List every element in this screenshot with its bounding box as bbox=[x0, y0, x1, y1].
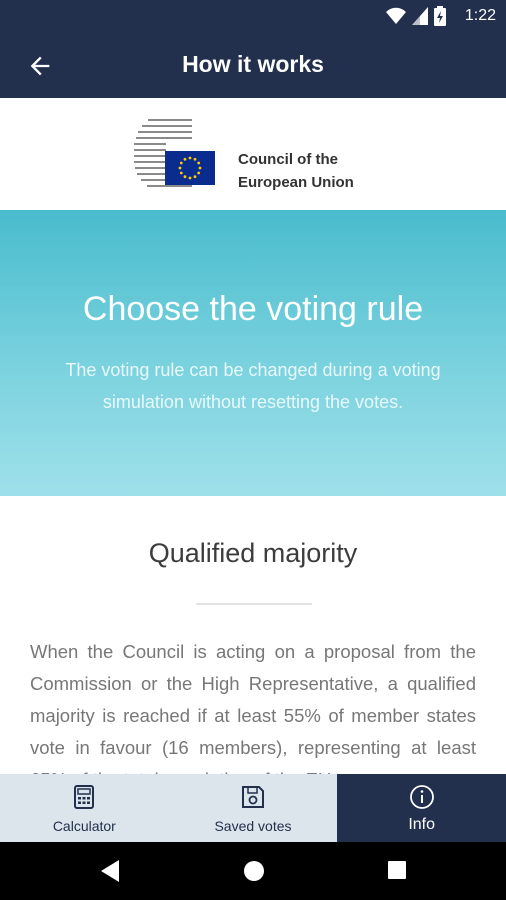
nav-home-icon[interactable] bbox=[243, 860, 265, 882]
bottom-tab-bar: Calculator Saved votes Info bbox=[0, 774, 506, 842]
calculator-icon bbox=[74, 785, 95, 809]
section-divider bbox=[196, 603, 312, 605]
wifi-icon bbox=[386, 7, 406, 24]
section-title: Qualified majority bbox=[148, 538, 358, 568]
hero-banner: Choose the voting rule The voting rule c… bbox=[0, 210, 506, 496]
logo-banner: Council of the European Union bbox=[0, 98, 506, 210]
info-icon bbox=[409, 785, 434, 809]
tab-label-saved-votes: Saved votes bbox=[214, 818, 292, 834]
hero-title: Choose the voting rule bbox=[82, 290, 424, 328]
page-title: How it works bbox=[182, 51, 324, 77]
app-bar: How it works bbox=[0, 32, 506, 98]
system-navigation-bar bbox=[0, 842, 506, 900]
save-icon bbox=[242, 786, 264, 808]
status-bar: 1:22 bbox=[0, 0, 506, 32]
signal-icon bbox=[412, 7, 428, 25]
battery-icon bbox=[434, 6, 446, 26]
status-time: 1:22 bbox=[464, 7, 496, 24]
tab-saved-votes[interactable]: Saved votes bbox=[168, 774, 338, 842]
section-body: When the Council is acting on a proposal… bbox=[30, 641, 476, 774]
logo-text: Council of the European Union bbox=[238, 148, 354, 194]
status-icons bbox=[386, 6, 446, 26]
logo-line-2: European Union bbox=[238, 174, 354, 191]
logo-line-1: Council of the bbox=[238, 151, 338, 168]
hero-description: The voting rule can be changed during a … bbox=[65, 360, 441, 412]
tab-info[interactable]: Info bbox=[337, 774, 506, 842]
nav-recents-icon[interactable] bbox=[387, 860, 407, 880]
eu-flag-icon bbox=[165, 151, 215, 185]
info-section: Qualified majority When the Council is a… bbox=[0, 496, 506, 774]
tab-label-info: Info bbox=[408, 816, 436, 833]
tab-label-calculator: Calculator bbox=[52, 818, 116, 834]
nav-back-icon[interactable] bbox=[101, 860, 121, 882]
tab-calculator[interactable]: Calculator bbox=[0, 774, 169, 842]
